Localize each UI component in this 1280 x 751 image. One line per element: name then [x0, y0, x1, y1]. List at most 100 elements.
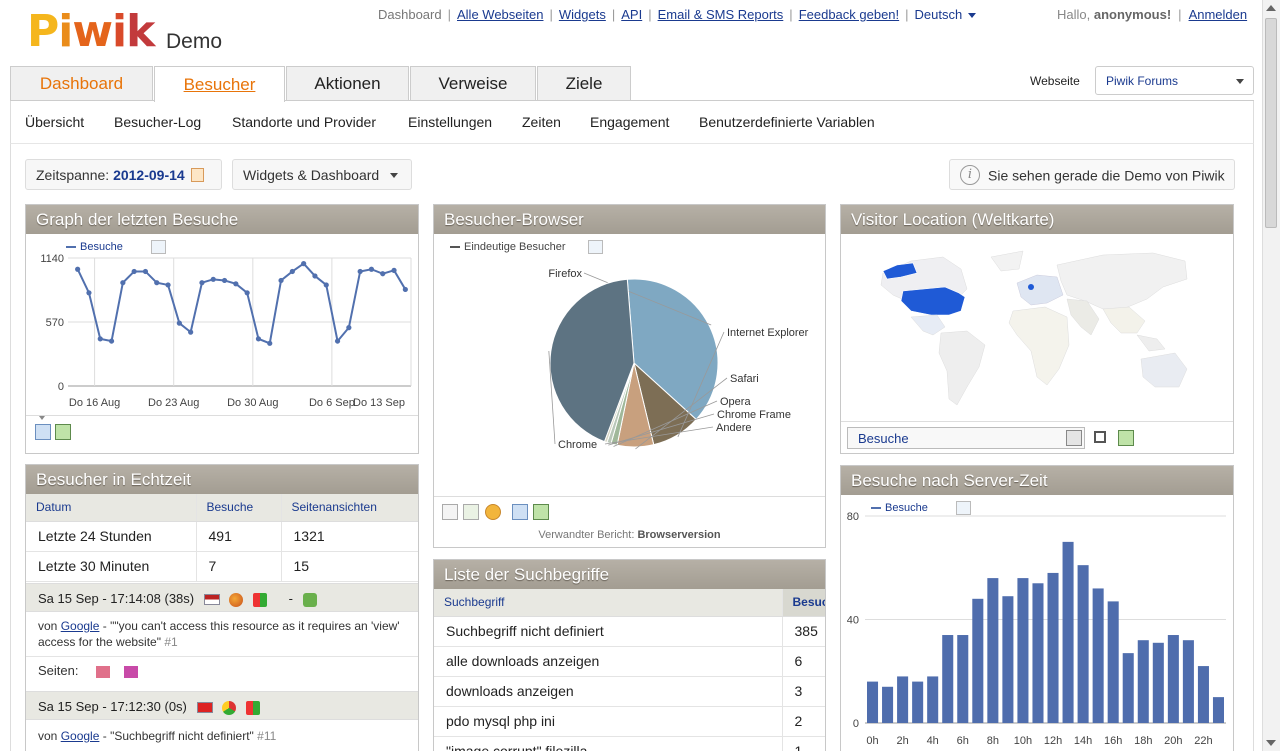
nav-email-sms-reports[interactable]: Email & SMS Reports [658, 7, 784, 22]
x-tick-label: Do 6 Sep [309, 397, 355, 409]
referrer-prefix: von [38, 619, 58, 633]
data-point [368, 266, 375, 272]
column-header[interactable]: Suchbegriff [434, 589, 782, 617]
image-export-icon[interactable] [55, 424, 71, 440]
tab-verweise[interactable]: Verweise [410, 66, 536, 101]
data-point [402, 286, 408, 293]
fullscreen-icon[interactable] [1094, 431, 1106, 443]
column-header[interactable]: Besuc [781, 589, 825, 617]
tab-aktionen[interactable]: Aktionen [286, 66, 409, 101]
tab-ziele[interactable]: Ziele [537, 66, 631, 101]
site-selector[interactable]: Piwik Forums [1095, 66, 1254, 95]
world-map[interactable] [841, 235, 1233, 421]
search-keyword: - "Suchbegriff nicht definiert" [102, 729, 254, 743]
bar [882, 686, 894, 723]
scroll-up-icon[interactable] [1266, 5, 1276, 11]
column-header[interactable]: Datum [26, 494, 196, 522]
period-selector[interactable]: Zeitspanne: 2012-09-14 [25, 159, 222, 190]
table-cell: 1321 [280, 521, 418, 552]
bar [1152, 642, 1164, 723]
visit-pages: Seiten: [26, 663, 418, 679]
subnav-overview[interactable]: Übersicht [25, 114, 84, 130]
table-row[interactable]: downloads anzeigen 3 [434, 676, 825, 707]
slice-label: Firefox [548, 268, 582, 280]
data-point [165, 282, 171, 288]
page-folder-icon[interactable] [123, 665, 138, 678]
slice-label: Chrome Frame [717, 409, 791, 421]
y-tick-label: 0 [58, 381, 64, 393]
login-link[interactable]: Anmelden [1189, 7, 1248, 22]
table-cell: 15 [280, 551, 418, 582]
table-cell: 6 [781, 646, 825, 677]
table-row: Letzte 24 Stunden 491 1321 [26, 521, 418, 552]
table-cell: pdo mysql php ini [434, 706, 782, 737]
column-header[interactable]: Besuche [195, 494, 281, 522]
table-cell: 491 [195, 521, 281, 552]
search-engine-link[interactable]: Google [61, 619, 100, 633]
widget-footer-line [841, 421, 1233, 422]
bar [972, 598, 984, 723]
username: anonymous! [1093, 7, 1172, 22]
widget-visits-graph: Graph der letzten Besuche Besuche 0 570 11… [25, 204, 419, 454]
language-selector[interactable]: Deutsch [915, 7, 977, 22]
nav-api[interactable]: API [621, 7, 642, 22]
column-header[interactable]: Seitenansichten [280, 494, 418, 522]
bar [1092, 588, 1104, 723]
subnav-times[interactable]: Zeiten [522, 114, 561, 130]
table-row[interactable]: pdo mysql php ini 2 [434, 706, 825, 737]
nav-dashboard[interactable]: Dashboard [378, 7, 442, 22]
table-view-icon[interactable] [442, 504, 458, 520]
map-metric-select[interactable]: Besuche [847, 427, 1085, 449]
bar [867, 681, 879, 723]
subnav-locations-providers[interactable]: Standorte und Provider [232, 114, 376, 130]
data-point [210, 276, 216, 282]
x-tick-label: 2h [896, 735, 908, 747]
widgets-dashboard-menu[interactable]: Widgets & Dashboard [232, 159, 412, 190]
data-point [301, 261, 307, 267]
scrollbar-thumb[interactable] [1265, 18, 1277, 228]
image-export-icon[interactable] [1118, 430, 1134, 446]
windows-icon [245, 700, 260, 715]
x-tick-label: 20h [1164, 735, 1182, 747]
tab-besucher[interactable]: Besucher [154, 66, 285, 102]
nav-feedback[interactable]: Feedback geben! [799, 7, 899, 22]
nav-widgets[interactable]: Widgets [559, 7, 606, 22]
flag-tw-icon [196, 702, 213, 714]
piwik-logo[interactable]: Piwik [27, 6, 155, 57]
subnav-custom-variables[interactable]: Benutzerdefinierte Variablen [699, 114, 875, 130]
bar [1197, 666, 1209, 723]
export-icon[interactable] [35, 424, 51, 440]
search-engine-link[interactable]: Google [61, 729, 100, 743]
table-row[interactable]: alle downloads anzeigen 6 [434, 646, 825, 677]
pages-label: Seiten: [38, 663, 79, 678]
bar [1047, 572, 1059, 723]
export-icon[interactable] [512, 504, 528, 520]
scroll-down-icon[interactable] [1266, 740, 1276, 746]
y-tick-label: 570 [46, 317, 64, 329]
bar [1077, 565, 1089, 723]
widget-title: Besucher in Echtzeit [26, 465, 418, 494]
data-point [255, 336, 262, 342]
table-cell: alle downloads anzeigen [434, 646, 782, 677]
nav-all-websites[interactable]: Alle Webseiten [457, 7, 543, 22]
table-cell: 1 [781, 736, 825, 751]
table-row[interactable]: Suchbegriff nicht definiert 385 [434, 616, 825, 647]
table-row[interactable]: "image corrupt" filezilla 1 [434, 736, 825, 751]
table-cell: 385 [781, 616, 825, 647]
tab-dashboard[interactable]: Dashboard [10, 66, 153, 101]
subnav-engagement[interactable]: Engagement [590, 114, 669, 130]
visitor-profile-icon[interactable] [302, 592, 317, 607]
related-report-link[interactable]: Browserversion [637, 529, 720, 541]
page-folder-icon[interactable] [96, 665, 111, 678]
data-point [108, 338, 115, 344]
data-point [380, 271, 386, 277]
sub-navigation: Übersicht Besucher-Log Standorte und Pro… [10, 101, 1254, 143]
pie-view-icon[interactable] [485, 504, 501, 520]
image-export-icon[interactable] [533, 504, 549, 520]
bar [987, 578, 999, 723]
subnav-visitor-log[interactable]: Besucher-Log [114, 114, 201, 130]
subnav-settings[interactable]: Einstellungen [408, 114, 492, 130]
table-more-icon[interactable] [463, 504, 479, 520]
data-point [142, 268, 149, 275]
x-tick-label: 10h [1014, 735, 1032, 747]
